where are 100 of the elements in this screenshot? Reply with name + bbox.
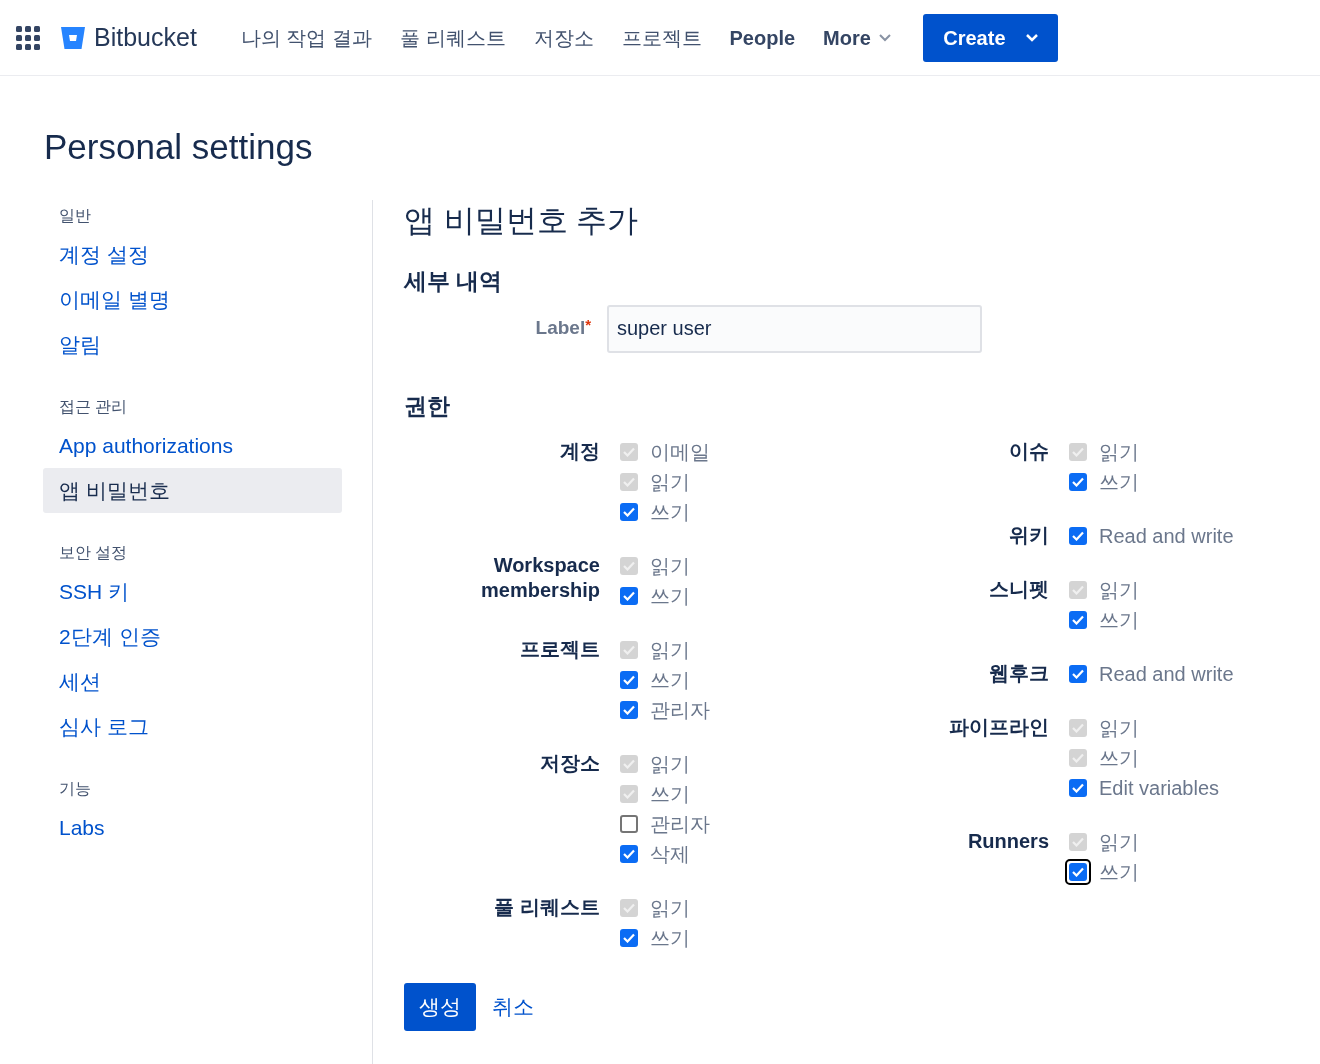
check-icon [623, 645, 635, 655]
checkbox-label: 읽기 [650, 638, 690, 663]
check-icon [1072, 753, 1084, 763]
check-icon [623, 507, 635, 517]
sidebar-heading: 접근 관리 [59, 396, 129, 417]
check-icon [1072, 669, 1084, 679]
check-icon [1072, 867, 1084, 877]
checkbox-label: 쓰기 [1099, 470, 1139, 495]
checkbox[interactable] [620, 503, 638, 521]
checkbox-label: 읽기 [650, 554, 690, 579]
check-icon [1072, 723, 1084, 733]
checkbox[interactable] [1069, 527, 1087, 545]
permission-group-label: 이슈 [1008, 439, 1050, 464]
checkbox-label: 관리자 [650, 812, 710, 837]
sidebar-heading: 일반 [59, 205, 92, 226]
sidebar-item[interactable]: 2단계 인증 [43, 613, 342, 659]
permission-group-label: 웹후크 [988, 661, 1050, 686]
submit-button[interactable]: 생성 [404, 983, 476, 1031]
checkbox[interactable] [620, 671, 638, 689]
sidebar-item[interactable]: 이메일 별명 [43, 276, 342, 322]
sidebar-item[interactable]: 세션 [43, 658, 342, 704]
check-icon [623, 849, 635, 859]
checkbox[interactable] [620, 815, 638, 833]
permission-group-label: 파이프라인 [948, 715, 1050, 740]
checkbox-label: 이메일 [650, 440, 710, 465]
label-input-field[interactable]: super user [607, 304, 982, 353]
sidebar-item[interactable]: SSH 키 [43, 568, 342, 614]
chevron-down-icon [878, 33, 891, 42]
permission-group-label: Workspace membership [480, 553, 601, 603]
field-label: Label [535, 317, 586, 339]
product-name[interactable]: Bitbucket [94, 18, 197, 57]
check-icon [1072, 837, 1084, 847]
nav-link[interactable]: 풀 리퀘스트 [399, 22, 506, 53]
chevron-down-icon [1025, 33, 1038, 42]
permission-group-label: 스니펫 [988, 577, 1050, 602]
section-heading: 권한 [404, 391, 451, 421]
cancel-link[interactable]: 취소 [492, 991, 534, 1023]
checkbox-label: 쓰기 [650, 782, 690, 807]
checkbox[interactable] [1069, 611, 1087, 629]
check-icon [623, 477, 635, 487]
check-icon [1072, 477, 1084, 487]
check-icon [623, 759, 635, 769]
checkbox[interactable] [1069, 665, 1087, 683]
checkbox-label: 읽기 [1099, 830, 1139, 855]
nav-link[interactable]: 나의 작업 결과 [240, 22, 372, 53]
checkbox-label: 읽기 [1099, 578, 1139, 603]
create-button[interactable]: Create [922, 13, 1058, 62]
sidebar-heading: 기능 [59, 778, 92, 799]
check-icon [1072, 783, 1084, 793]
checkbox[interactable] [620, 845, 638, 863]
permission-group-label: 위키 [1008, 523, 1050, 548]
sidebar-item[interactable]: 심사 로그 [43, 703, 342, 749]
check-icon [623, 591, 635, 601]
checkbox-label: 쓰기 [650, 584, 690, 609]
checkbox-label: 읽기 [1099, 440, 1139, 465]
section-heading: 세부 내역 [404, 267, 504, 296]
checkbox-label: 쓰기 [650, 500, 690, 525]
sidebar-item[interactable]: App authorizations [43, 422, 342, 468]
checkbox-label: 삭제 [650, 842, 690, 867]
sidebar-item[interactable]: 앱 비밀번호 [43, 467, 342, 513]
app-switcher-icon[interactable] [16, 25, 40, 50]
nav-link[interactable]: People [729, 22, 796, 53]
bucket-logo-icon[interactable] [60, 25, 86, 50]
permission-group-label: 프로젝트 [519, 637, 601, 662]
check-icon [623, 789, 635, 799]
permission-group-label: Runners [966, 829, 1050, 854]
checkbox-label: 읽기 [1099, 716, 1139, 741]
checkbox[interactable] [620, 701, 638, 719]
permission-group-label: 풀 리퀘스트 [493, 895, 601, 920]
checkbox-label: 관리자 [650, 698, 710, 723]
required-mark: * [585, 316, 591, 334]
checkbox[interactable] [1069, 779, 1087, 797]
checkbox-label: 쓰기 [650, 926, 690, 951]
check-icon [623, 561, 635, 571]
sidebar-heading: 보안 설정 [59, 542, 129, 563]
checkbox[interactable] [620, 587, 638, 605]
checkbox-label: 읽기 [650, 896, 690, 921]
nav-link[interactable]: 저장소 [533, 22, 594, 53]
sidebar-item[interactable]: 알림 [43, 321, 342, 367]
checkbox[interactable] [1069, 473, 1087, 491]
checkbox-label: 읽기 [650, 470, 690, 495]
nav-link[interactable]: 프로젝트 [621, 22, 702, 53]
check-icon [1072, 615, 1084, 625]
check-icon [1072, 531, 1084, 541]
permission-group-label: 계정 [559, 439, 601, 464]
permission-group-label: 저장소 [539, 751, 601, 776]
sidebar-item[interactable]: Labs [43, 804, 342, 850]
check-icon [623, 675, 635, 685]
checkbox-label: 쓰기 [1099, 608, 1139, 633]
checkbox[interactable] [620, 929, 638, 947]
check-icon [623, 447, 635, 457]
more-dropdown[interactable]: More [823, 22, 891, 53]
check-icon [623, 933, 635, 943]
checkbox-label: 쓰기 [1099, 746, 1139, 771]
check-icon [1072, 447, 1084, 457]
checkbox-label: 읽기 [650, 752, 690, 777]
checkbox-label: Edit variables [1099, 776, 1220, 801]
check-icon [623, 903, 635, 913]
sidebar-item[interactable]: 계정 설정 [43, 231, 342, 277]
check-icon [1072, 585, 1084, 595]
